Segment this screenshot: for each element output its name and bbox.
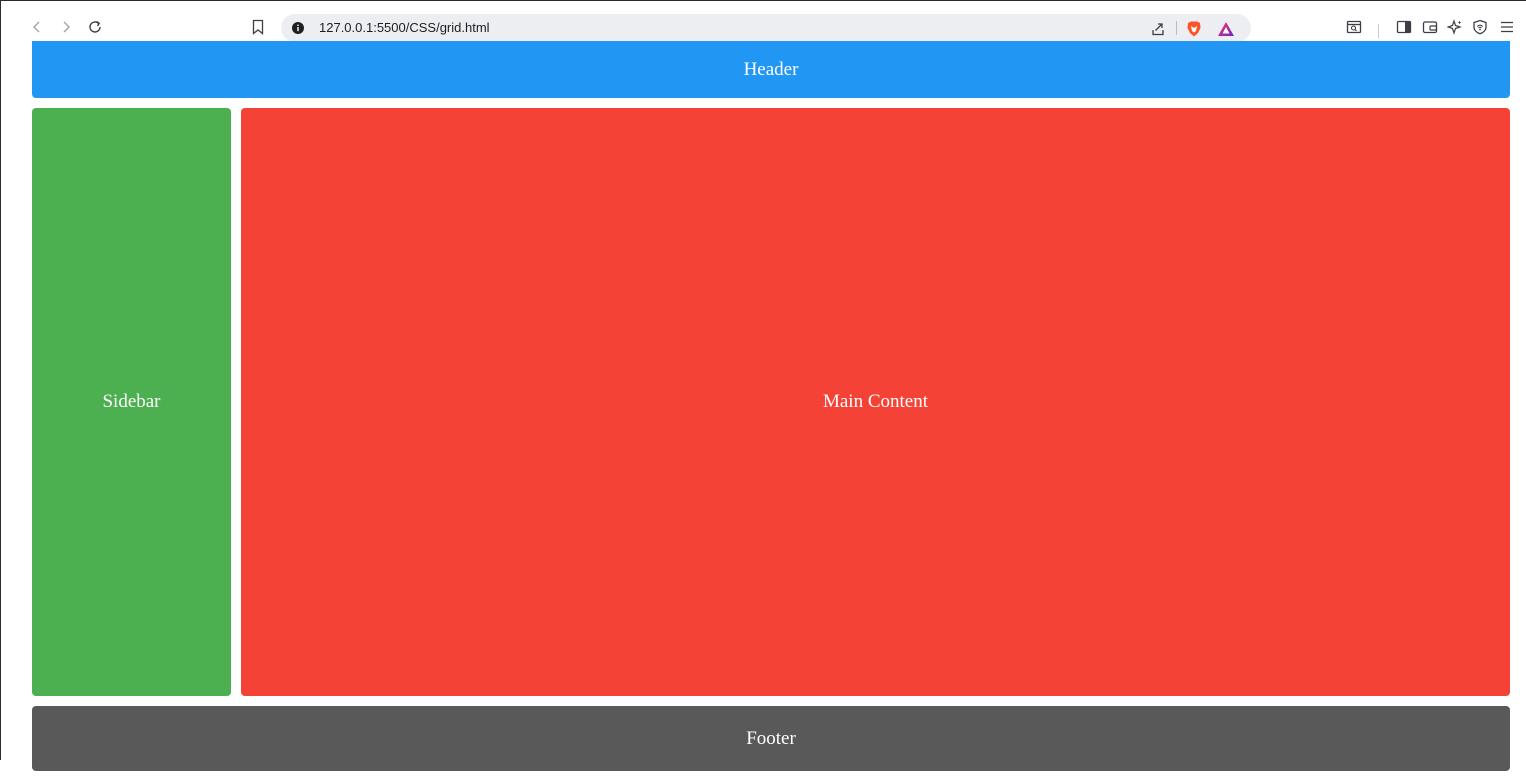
url-text[interactable]: 127.0.0.1:5500/CSS/grid.html bbox=[319, 20, 490, 35]
bookmark-icon bbox=[252, 19, 264, 35]
main-menu-button[interactable] bbox=[1494, 14, 1520, 40]
tab-search-icon bbox=[1346, 20, 1362, 34]
wallet-button[interactable] bbox=[1417, 14, 1443, 40]
browser-window: 127.0.0.1:5500/CSS/grid.html Header Side… bbox=[0, 0, 1526, 771]
bookmark-button[interactable] bbox=[245, 14, 271, 40]
sidebar-icon bbox=[1396, 20, 1412, 34]
leo-ai-button[interactable] bbox=[1442, 14, 1468, 40]
grid-sidebar: Sidebar bbox=[32, 108, 231, 696]
leo-sparkle-icon bbox=[1447, 19, 1462, 35]
share-icon bbox=[1152, 23, 1164, 36]
back-button[interactable] bbox=[24, 14, 50, 40]
wallet-icon bbox=[1422, 21, 1438, 34]
brave-lion-icon bbox=[1187, 21, 1201, 37]
address-bar-divider bbox=[1176, 21, 1177, 35]
grid-footer: Footer bbox=[32, 706, 1510, 771]
share-button[interactable] bbox=[1148, 19, 1168, 39]
toolbar-divider bbox=[1378, 24, 1379, 38]
grid-main-content: Main Content bbox=[241, 108, 1510, 696]
tab-search-button[interactable] bbox=[1341, 14, 1367, 40]
grid-header: Header bbox=[32, 41, 1510, 98]
rewards-triangle-icon bbox=[1218, 22, 1234, 36]
brave-shields-button[interactable] bbox=[1184, 19, 1204, 39]
reload-icon bbox=[89, 20, 101, 33]
address-bar[interactable]: 127.0.0.1:5500/CSS/grid.html bbox=[281, 14, 1251, 42]
vpn-button[interactable] bbox=[1467, 14, 1493, 40]
forward-button[interactable] bbox=[53, 14, 79, 40]
brave-rewards-button[interactable] bbox=[1216, 19, 1236, 39]
reload-button[interactable] bbox=[82, 14, 108, 40]
vpn-shield-icon bbox=[1473, 19, 1487, 35]
chevron-left-icon bbox=[33, 21, 40, 33]
grid-container: Header Sidebar Main Content Footer bbox=[32, 41, 1510, 781]
hamburger-menu-icon bbox=[1501, 21, 1513, 33]
sidebar-toggle-button[interactable] bbox=[1391, 14, 1417, 40]
info-icon[interactable] bbox=[291, 21, 305, 35]
page-viewport: Header Sidebar Main Content Footer bbox=[22, 41, 1520, 771]
chevron-right-icon bbox=[63, 21, 70, 33]
